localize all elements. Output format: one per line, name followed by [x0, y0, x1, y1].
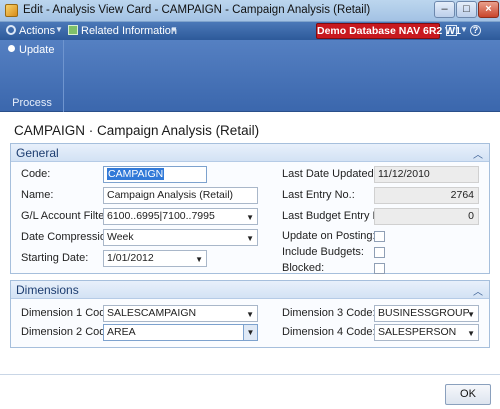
- close-button[interactable]: ×: [478, 1, 499, 18]
- help-icon[interactable]: ?: [470, 25, 481, 36]
- dimension-3-code-select[interactable]: BUSINESSGROUP ▼: [374, 305, 479, 322]
- general-fasttab-title: General: [16, 146, 59, 160]
- dimensions-fasttab-header[interactable]: Dimensions ︿: [11, 281, 489, 299]
- last-budget-entry-no-field: 0: [374, 208, 479, 225]
- ribbon-group-label: Process: [12, 97, 52, 109]
- dimensions-fasttab: Dimensions ︿ Dimension 1 Code: SALESCAMP…: [10, 280, 490, 348]
- footer-bar: OK: [0, 374, 500, 409]
- dimension-1-code-label: Dimension 1 Code:: [21, 307, 115, 319]
- dimension-4-code-value: SALESPERSON: [378, 326, 457, 338]
- dropdown-arrow-icon[interactable]: ▼: [467, 326, 475, 340]
- last-date-updated-label: Last Date Updated:: [282, 168, 377, 180]
- name-field[interactable]: Campaign Analysis (Retail): [103, 187, 258, 204]
- update-button[interactable]: Update: [8, 44, 54, 56]
- gear-icon: [6, 25, 16, 35]
- dimension-1-code-value: SALESCAMPAIGN: [107, 307, 197, 319]
- dimension-4-code-select[interactable]: SALESPERSON ▼: [374, 324, 479, 341]
- dimension-2-code-label: Dimension 2 Code:: [21, 326, 115, 338]
- update-on-posting-label: Update on Posting:: [282, 230, 376, 242]
- chevron-down-icon: ▼: [170, 25, 178, 34]
- database-badge: Demo Database NAV 6R2 W1: [316, 23, 461, 39]
- chevron-up-icon[interactable]: ︿: [473, 283, 483, 298]
- include-budgets-label: Include Budgets:: [282, 246, 364, 258]
- starting-date-value: 1/01/2012: [107, 252, 154, 264]
- chevron-down-icon: ▼: [460, 25, 468, 34]
- last-entry-no-label: Last Entry No.:: [282, 189, 355, 201]
- related-information-menu[interactable]: Related Information: [68, 24, 177, 38]
- related-information-label: Related Information: [81, 25, 177, 37]
- chevron-down-icon: ▼: [55, 25, 63, 34]
- related-information-icon: [68, 25, 78, 35]
- name-label: Name:: [21, 189, 54, 201]
- dimension-2-code-select[interactable]: AREA ▼: [103, 324, 258, 341]
- ribbon-group-process: Update Process: [0, 40, 64, 112]
- dropdown-arrow-icon[interactable]: ▼: [246, 210, 254, 224]
- page-options-icon[interactable]: [446, 25, 457, 36]
- gl-account-filter-value: 6100..6995|7100..7995: [107, 210, 215, 222]
- actions-menu-label: Actions: [19, 25, 56, 37]
- gl-account-filter-label: G/L Account Filter:: [21, 210, 112, 222]
- gl-account-filter-field[interactable]: 6100..6995|7100..7995 ▼: [103, 208, 258, 225]
- code-value: CAMPAIGN: [107, 168, 165, 180]
- dropdown-arrow-icon[interactable]: ▼: [195, 252, 203, 266]
- last-date-updated-field: 11/12/2010: [374, 166, 479, 183]
- dimension-3-code-label: Dimension 3 Code:: [282, 307, 376, 319]
- dimension-3-code-value: BUSINESSGROUP: [378, 307, 470, 319]
- date-compression-select[interactable]: Week ▼: [103, 229, 258, 246]
- blocked-label: Blocked:: [282, 262, 325, 274]
- update-icon: [8, 45, 15, 52]
- blocked-checkbox[interactable]: [374, 263, 385, 274]
- date-compression-label: Date Compression:: [21, 231, 116, 243]
- update-button-label: Update: [19, 44, 55, 56]
- dimension-1-code-select[interactable]: SALESCAMPAIGN ▼: [103, 305, 258, 322]
- chevron-up-icon[interactable]: ︿: [473, 146, 483, 161]
- maximize-button[interactable]: □: [456, 1, 477, 18]
- update-on-posting-checkbox[interactable]: [374, 231, 385, 242]
- dropdown-arrow-icon[interactable]: ▼: [243, 325, 257, 340]
- ok-button[interactable]: OK: [445, 384, 491, 405]
- starting-date-field[interactable]: 1/01/2012 ▼: [103, 250, 207, 267]
- code-label: Code:: [21, 168, 51, 180]
- dropdown-arrow-icon[interactable]: ▼: [246, 307, 254, 321]
- date-compression-value: Week: [107, 231, 134, 243]
- code-field[interactable]: CAMPAIGN: [103, 166, 207, 183]
- app-icon: [5, 4, 18, 17]
- starting-date-label: Starting Date:: [21, 252, 89, 264]
- page-content: CAMPAIGN · Campaign Analysis (Retail) Ge…: [0, 112, 500, 409]
- general-fasttab-header[interactable]: General ︿: [11, 144, 489, 162]
- actions-menu[interactable]: Actions: [6, 24, 55, 38]
- page-title: CAMPAIGN · Campaign Analysis (Retail): [14, 123, 260, 138]
- dimensions-fasttab-title: Dimensions: [16, 283, 79, 297]
- dropdown-arrow-icon[interactable]: ▼: [246, 231, 254, 245]
- ribbon: Update Process: [0, 40, 500, 112]
- window-title: Edit - Analysis View Card - CAMPAIGN - C…: [23, 4, 371, 16]
- dropdown-arrow-icon[interactable]: ▼: [467, 307, 475, 321]
- dimension-2-code-value: AREA: [107, 326, 136, 338]
- menu-bar: Actions ▼ Related Information ▼ Demo Dat…: [0, 22, 500, 40]
- include-budgets-checkbox[interactable]: [374, 247, 385, 258]
- dimension-4-code-label: Dimension 4 Code:: [282, 326, 376, 338]
- window-titlebar: Edit - Analysis View Card - CAMPAIGN - C…: [0, 0, 500, 22]
- general-fasttab: General ︿ Code: CAMPAIGN Name: Campaign …: [10, 143, 490, 274]
- minimize-button[interactable]: –: [434, 1, 455, 18]
- last-entry-no-field: 2764: [374, 187, 479, 204]
